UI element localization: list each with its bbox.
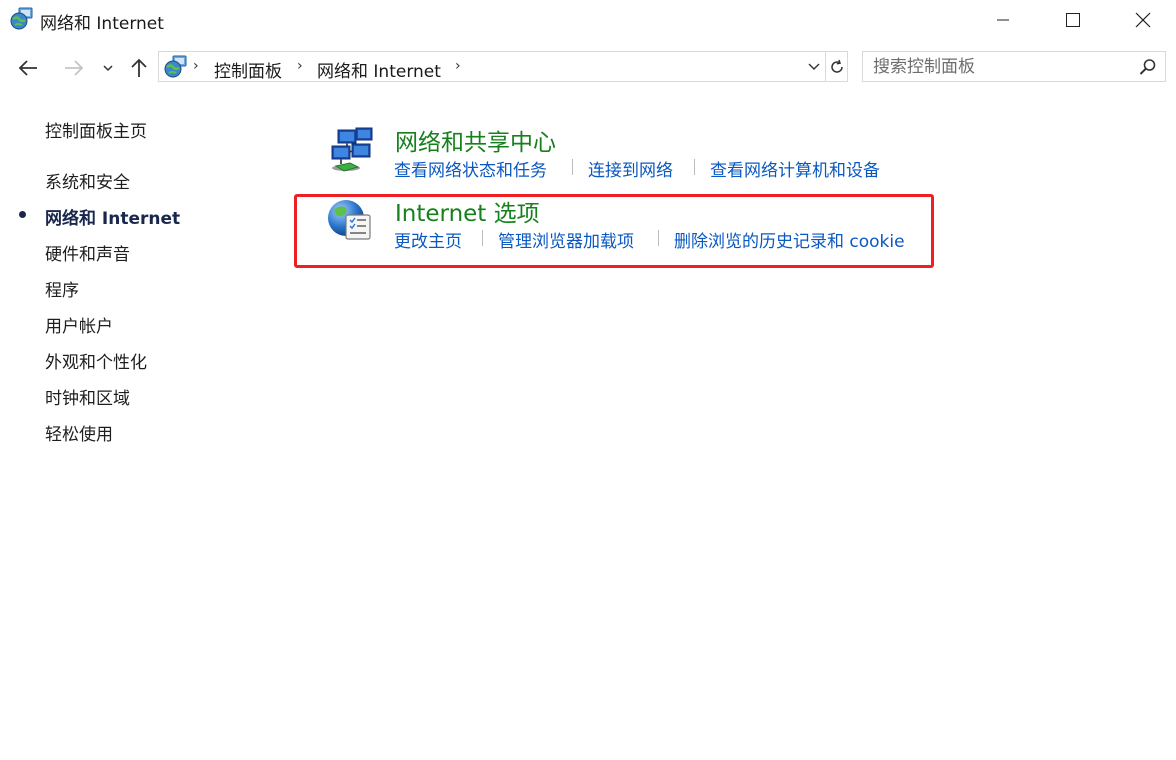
arrow-right-icon bbox=[65, 60, 84, 76]
search-icon[interactable] bbox=[1139, 58, 1157, 76]
close-button[interactable] bbox=[1120, 0, 1166, 40]
breadcrumb-network-internet[interactable]: 网络和 Internet bbox=[317, 57, 441, 82]
sidebar-item-ease-of-access[interactable]: 轻松使用 bbox=[45, 420, 113, 445]
close-icon bbox=[1135, 12, 1151, 28]
chevron-down-icon bbox=[808, 63, 820, 70]
highlight-box bbox=[294, 194, 934, 268]
sidebar-item-system-security[interactable]: 系统和安全 bbox=[45, 168, 130, 193]
network-sharing-center-icon[interactable] bbox=[328, 126, 376, 174]
maximize-icon bbox=[1066, 13, 1080, 27]
network-internet-icon bbox=[10, 7, 34, 31]
search-box[interactable] bbox=[862, 51, 1166, 82]
refresh-button[interactable] bbox=[825, 52, 848, 81]
up-button[interactable] bbox=[125, 54, 153, 82]
chevron-right-icon[interactable]: › bbox=[193, 58, 199, 74]
chevron-right-icon[interactable]: › bbox=[455, 58, 461, 74]
recent-locations-button[interactable] bbox=[98, 54, 118, 82]
task-connect-to-network[interactable]: 连接到网络 bbox=[588, 156, 673, 181]
task-separator bbox=[572, 159, 573, 175]
forward-button[interactable] bbox=[60, 54, 88, 82]
chevron-right-icon[interactable]: › bbox=[297, 58, 303, 74]
sidebar-item-programs[interactable]: 程序 bbox=[45, 276, 79, 301]
active-indicator bbox=[19, 211, 26, 218]
sidebar-item-clock-region[interactable]: 时钟和区域 bbox=[45, 384, 130, 409]
maximize-button[interactable] bbox=[1050, 0, 1096, 40]
arrow-up-icon bbox=[131, 58, 147, 77]
address-bar[interactable]: › 控制面板 › 网络和 Internet › bbox=[158, 51, 848, 82]
category-title-network-sharing-center[interactable]: 网络和共享中心 bbox=[395, 123, 556, 157]
sidebar-item-appearance[interactable]: 外观和个性化 bbox=[45, 348, 147, 373]
task-view-network-computers[interactable]: 查看网络计算机和设备 bbox=[710, 156, 880, 181]
task-view-network-status[interactable]: 查看网络状态和任务 bbox=[394, 156, 547, 181]
task-separator bbox=[694, 159, 695, 175]
sidebar-item-user-accounts[interactable]: 用户帐户 bbox=[45, 312, 113, 337]
search-input[interactable] bbox=[863, 52, 1135, 81]
window-title: 网络和 Internet bbox=[40, 14, 164, 34]
arrow-left-icon bbox=[18, 60, 37, 76]
minimize-button[interactable] bbox=[980, 0, 1026, 40]
minimize-icon bbox=[997, 19, 1009, 21]
refresh-icon bbox=[831, 59, 843, 73]
network-internet-icon bbox=[164, 55, 188, 79]
sidebar-item-hardware-sound[interactable]: 硬件和声音 bbox=[45, 240, 130, 265]
address-dropdown-button[interactable] bbox=[803, 52, 825, 81]
chevron-down-icon bbox=[103, 65, 113, 72]
sidebar-home-link[interactable]: 控制面板主页 bbox=[45, 117, 147, 142]
breadcrumb-control-panel[interactable]: 控制面板 bbox=[214, 57, 282, 82]
back-button[interactable] bbox=[14, 54, 42, 82]
sidebar-item-network-internet[interactable]: 网络和 Internet bbox=[45, 204, 180, 229]
